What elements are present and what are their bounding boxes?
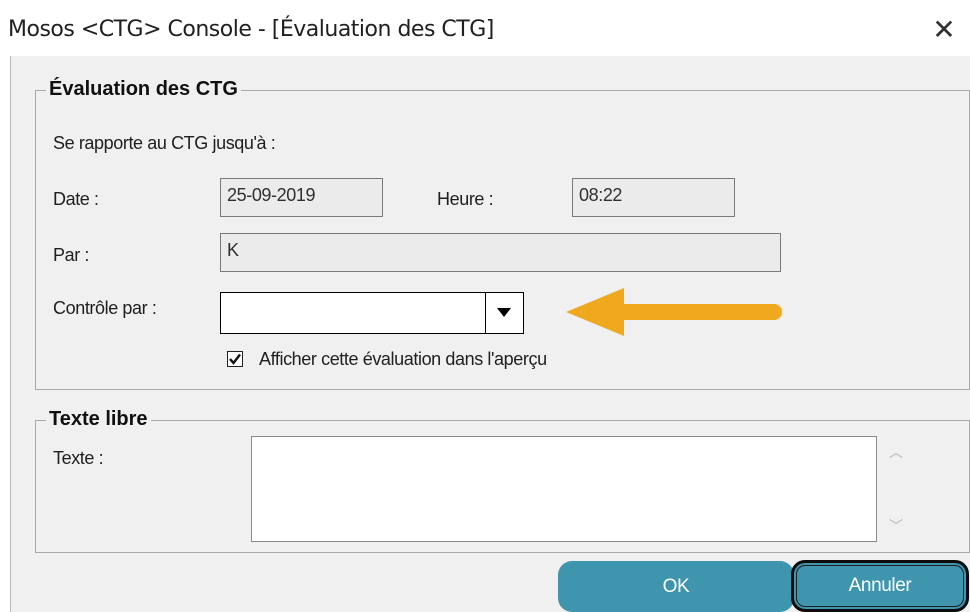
close-icon[interactable]: ✕ [928,14,960,46]
chevron-down-icon [497,308,511,317]
free-text-area[interactable] [251,436,877,542]
ok-button[interactable]: OK [558,561,794,612]
dropdown-button[interactable] [485,293,523,333]
arrow-annotation-icon [566,288,782,336]
cancel-button[interactable]: Annuler [791,560,969,612]
ok-button-label: OK [662,576,690,597]
heure-field[interactable]: 08:22 [572,178,735,217]
intro-label: Se rapporte au CTG jusqu'à : [53,133,276,153]
checkmark-icon [229,353,241,365]
evaluation-group-title: Évaluation des CTG [46,78,241,101]
show-in-overview-label[interactable]: Afficher cette évaluation dans l'aperçu [259,349,547,370]
texte-label: Texte : [53,448,104,468]
scroll-down-icon[interactable]: ﹀ [889,516,903,536]
scroll-up-icon[interactable]: ︿ [889,442,903,462]
date-field[interactable]: 25-09-2019 [220,178,383,217]
free-text-group-title: Texte libre [46,408,151,431]
show-in-overview-checkbox[interactable] [227,351,243,367]
controle-label: Contrôle par : [53,298,157,318]
heure-label: Heure : [437,189,494,209]
par-field[interactable]: K [220,233,781,272]
date-label: Date : [53,189,99,209]
vertical-scrollbar[interactable]: ︿ ﹀ [881,436,911,542]
par-label: Par : [53,245,90,265]
controle-dropdown[interactable] [220,292,524,334]
cancel-button-label: Annuler [848,575,912,596]
window-title: Mosos <CTG> Console - [Évaluation des CT… [8,17,494,42]
title-bar: Mosos <CTG> Console - [Évaluation des CT… [0,0,970,56]
